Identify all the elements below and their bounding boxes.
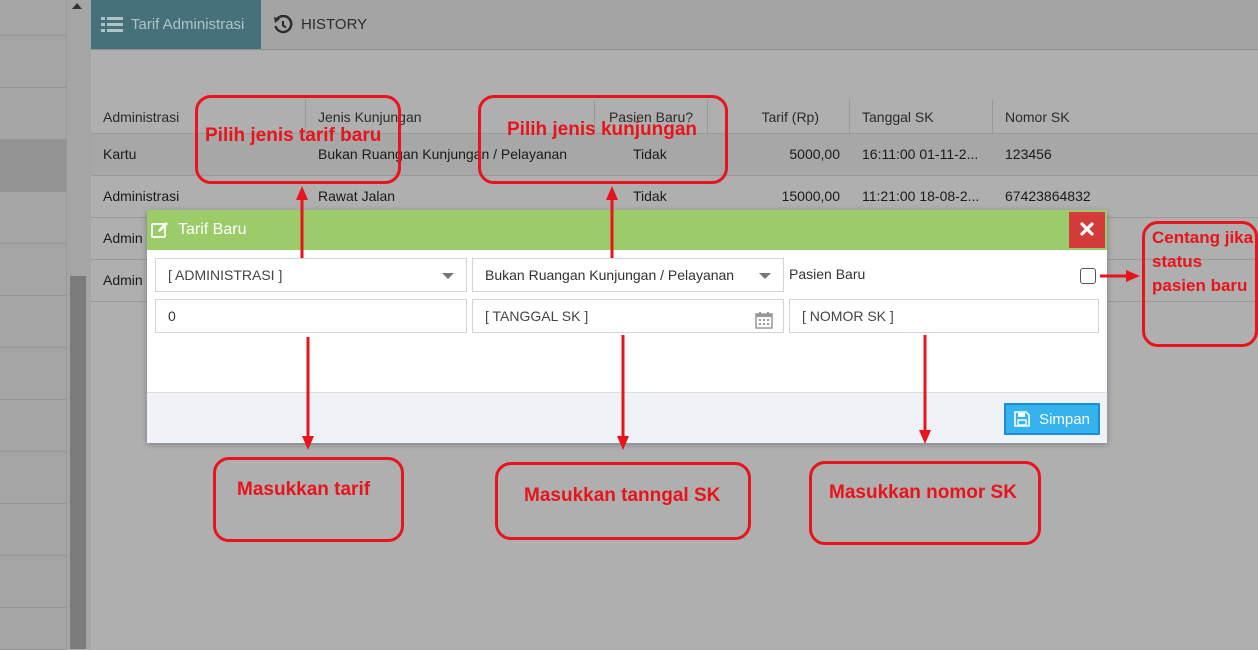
annotation-arrows [296, 186, 1140, 450]
